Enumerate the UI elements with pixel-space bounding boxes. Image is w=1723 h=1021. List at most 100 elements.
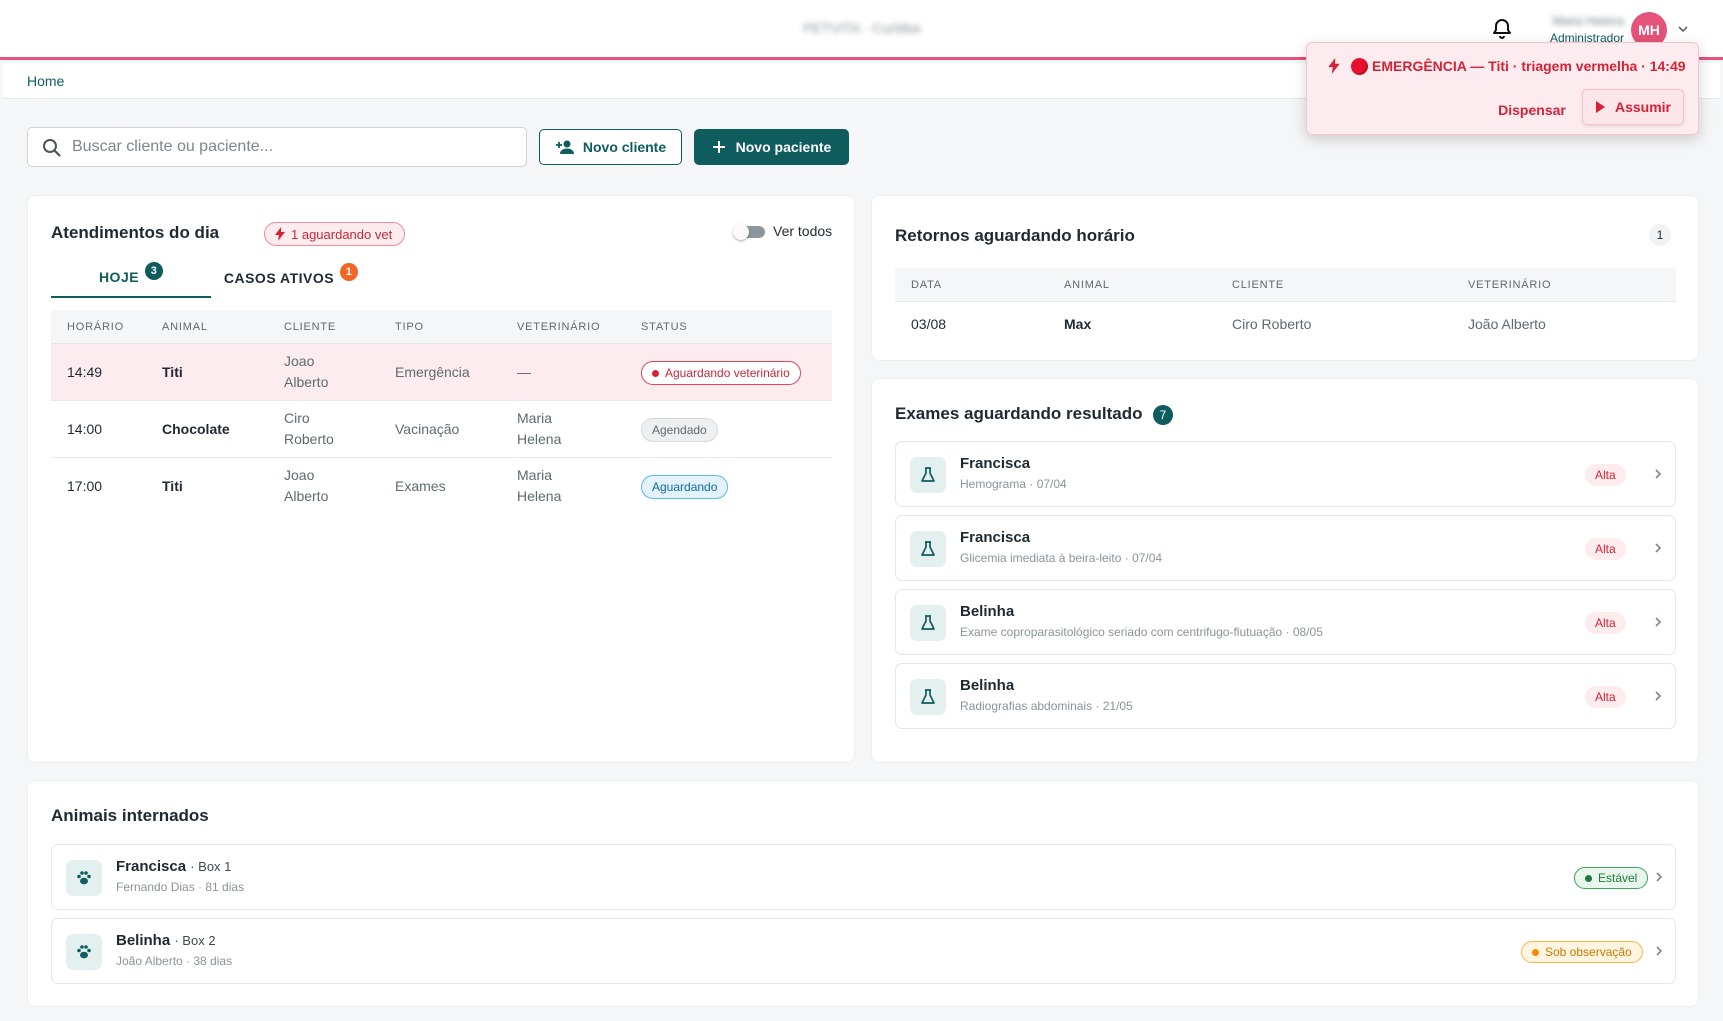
row-vet: Maria Helena	[517, 410, 562, 447]
tab-today-count: 3	[145, 262, 164, 280]
row-animal: Titi	[162, 478, 183, 494]
row-vet: Maria Helena	[517, 467, 562, 504]
priority-badge: Alta	[1585, 612, 1626, 634]
row-animal: Chocolate	[162, 421, 230, 437]
flask-icon	[910, 531, 946, 567]
hospitalized-title: Animais internados	[51, 806, 209, 825]
list-item[interactable]: Francisca · Box 1 Fernando Dias · 81 dia…	[51, 844, 1676, 910]
new-client-label: Novo cliente	[582, 139, 667, 155]
row-client: Ciro Roberto	[1232, 316, 1312, 332]
row-date: 03/08	[911, 316, 947, 332]
row-vet: João Alberto	[1468, 316, 1546, 332]
dismiss-button[interactable]: Dispensar	[1492, 95, 1572, 125]
column-header: STATUS	[641, 321, 688, 333]
appointments-table-header: HORÁRIO ANIMAL CLIENTE TIPO VETERINÁRIO …	[51, 310, 832, 344]
status-badge: Sob observação	[1521, 941, 1643, 963]
tab-active-cases[interactable]: CASOS ATIVOS 1	[211, 258, 371, 298]
lightning-icon	[275, 227, 285, 241]
priority-badge: Alta	[1585, 686, 1626, 708]
exam-detail: Exame coproparasitológico seriado com ce…	[960, 625, 1323, 639]
exams-count: 7	[1153, 405, 1173, 425]
user-name: Maria Helena	[1552, 14, 1624, 28]
tab-today[interactable]: HOJE 3	[51, 258, 211, 298]
row-time: 14:00	[67, 421, 103, 437]
column-header: TIPO	[395, 321, 424, 333]
table-row[interactable]: 14:00 Chocolate Ciro Roberto Vacinação Ma…	[51, 401, 832, 458]
emergency-notification: EMERGÊNCIA — Titi · triagem vermelha · 1…	[1306, 42, 1699, 135]
row-type: Exames	[395, 478, 446, 494]
bell-icon[interactable]	[1490, 17, 1514, 41]
priority-badge: Alta	[1585, 464, 1626, 486]
column-header: CLIENTE	[1232, 279, 1285, 291]
see-all-toggle[interactable]	[733, 224, 765, 240]
column-header: HORÁRIO	[67, 321, 124, 333]
breadcrumb-home[interactable]: Home	[27, 73, 64, 89]
new-patient-button[interactable]: Novo paciente	[694, 129, 849, 165]
column-header: ANIMAL	[162, 321, 208, 333]
column-header: VETERINÁRIO	[1468, 279, 1552, 291]
appointments-title: Atendimentos do dia	[51, 223, 220, 242]
table-row[interactable]: 14:49 Titi Joao Alberto Emergência — Agua…	[51, 344, 832, 401]
returns-table-header: DATA ANIMAL CLIENTE VETERINÁRIO	[895, 268, 1676, 302]
row-type: Emergência	[395, 364, 470, 380]
waiting-vet-badge[interactable]: 1 aguardando vet	[264, 222, 406, 246]
list-item[interactable]: Belinha · Box 2 João Alberto · 38 dias S…	[51, 918, 1676, 984]
status-badge: Aguardando	[641, 475, 729, 499]
column-header: CLIENTE	[284, 321, 337, 333]
patient-detail: Fernando Dias · 81 dias	[116, 880, 245, 894]
priority-badge: Alta	[1585, 538, 1626, 560]
emergency-message: EMERGÊNCIA — Titi · triagem vermelha · 1…	[1372, 58, 1686, 74]
add-user-icon	[555, 140, 574, 154]
exam-animal: Belinha	[960, 603, 1015, 620]
list-item[interactable]: Francisca Hemograma · 07/04 Alta	[895, 441, 1676, 507]
chevron-down-icon[interactable]	[1676, 22, 1690, 36]
list-item[interactable]: Belinha Radiografias abdominais · 21/05 …	[895, 663, 1676, 729]
list-item[interactable]: Francisca Glicemia imediata à beira-leit…	[895, 515, 1676, 581]
patient-name: Belinha · Box 2	[116, 932, 216, 949]
see-all-label: Ver todos	[773, 223, 833, 239]
list-item[interactable]: Belinha Exame coproparasitológico seriad…	[895, 589, 1676, 655]
flask-icon	[910, 457, 946, 493]
row-time: 17:00	[67, 478, 103, 494]
table-row[interactable]: 03/08 Max Ciro Roberto João Alberto	[895, 302, 1676, 348]
exam-detail: Glicemia imediata à beira-leito · 07/04	[960, 551, 1163, 565]
chevron-right-icon	[1655, 691, 1662, 701]
exams-title: Exames aguardando resultado	[895, 404, 1143, 423]
exam-animal: Belinha	[960, 677, 1015, 694]
waiting-vet-label: 1 aguardando vet	[291, 226, 393, 242]
flask-icon	[910, 605, 946, 641]
row-type: Vacinação	[395, 421, 460, 437]
paw-icon	[66, 860, 102, 896]
plus-icon	[712, 141, 725, 153]
lightning-icon	[1328, 58, 1340, 74]
new-patient-label: Novo paciente	[735, 139, 832, 155]
tab-today-label: HOJE	[98, 269, 140, 285]
row-animal: Titi	[162, 364, 183, 380]
row-animal: Max	[1064, 316, 1092, 332]
exam-detail: Radiografias abdominais · 21/05	[960, 699, 1133, 713]
exam-detail: Hemograma · 07/04	[960, 477, 1067, 491]
red-triage-icon	[1351, 58, 1368, 75]
tab-active-cases-count: 1	[340, 263, 359, 281]
play-icon	[1595, 101, 1605, 113]
column-header: DATA	[911, 279, 942, 291]
chevron-right-icon	[1655, 617, 1662, 627]
status-badge: Estável	[1574, 867, 1649, 889]
chevron-right-icon	[1655, 469, 1662, 479]
hospitalized-card: Animais internados Francisca · Box 1 Fer…	[27, 780, 1699, 1007]
table-row[interactable]: 17:00 Titi Joao Alberto Exames Maria Helen…	[51, 458, 832, 515]
search-box	[27, 127, 527, 167]
flask-icon	[910, 679, 946, 715]
row-client: Joao Alberto	[284, 467, 329, 504]
chevron-right-icon	[1655, 543, 1662, 553]
chevron-right-icon	[1656, 872, 1663, 882]
exam-animal: Francisca	[960, 455, 1031, 472]
new-client-button[interactable]: Novo cliente	[539, 129, 682, 165]
returns-title: Retornos aguardando horário	[895, 226, 1135, 245]
clinic-name: PETVITA · Curitiba	[802, 20, 921, 36]
column-header: ANIMAL	[1064, 279, 1110, 291]
search-input[interactable]	[72, 128, 512, 166]
assume-label: Assumir	[1614, 99, 1672, 115]
assume-button[interactable]: Assumir	[1582, 89, 1684, 125]
exam-animal: Francisca	[960, 529, 1031, 546]
